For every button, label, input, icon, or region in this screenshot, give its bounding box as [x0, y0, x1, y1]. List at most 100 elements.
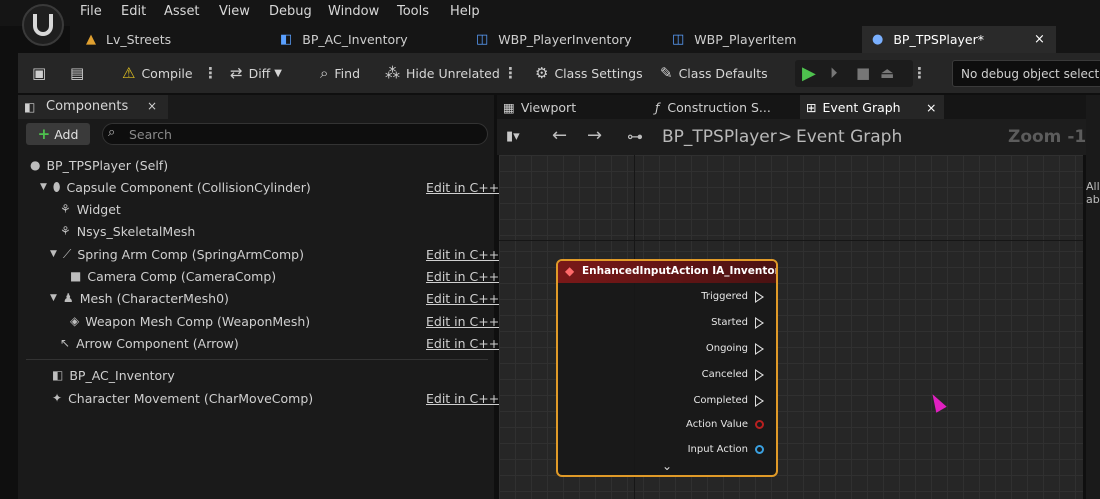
find-button[interactable]: ⌕ Find: [320, 53, 360, 93]
pin-label: Started: [711, 317, 748, 328]
tree-item-arrow[interactable]: ↖ Arrow Component (Arrow): [60, 332, 239, 354]
tab-label: BP_TPSPlayer*: [893, 32, 984, 47]
edit-in-cpp-link[interactable]: Edit in C++: [426, 310, 499, 332]
tree-item-capsule[interactable]: ▼ ⬮ Capsule Component (CollisionCylinder…: [40, 176, 311, 198]
exec-pin-icon[interactable]: [755, 317, 764, 329]
grid-axis-line: [499, 240, 1083, 241]
tree-item-skeletal-mesh[interactable]: ⚘ Nsys_SkeletalMesh: [60, 220, 195, 242]
edit-in-cpp-link[interactable]: Edit in C++: [426, 387, 499, 409]
menu-debug[interactable]: Debug: [269, 4, 312, 19]
details-panel-edge: [1086, 95, 1100, 499]
expand-arrow-icon[interactable]: ▼: [50, 249, 57, 259]
edit-in-cpp-link[interactable]: Edit in C++: [426, 265, 499, 287]
viewport-icon: ▦: [503, 99, 515, 115]
value-pin-icon[interactable]: [755, 420, 764, 429]
edit-in-cpp-link[interactable]: Edit in C++: [426, 176, 499, 198]
exec-pin-icon[interactable]: [755, 343, 764, 355]
expand-arrow-icon[interactable]: ▼: [50, 293, 57, 303]
tree-item-character-movement[interactable]: ✦ Character Movement (CharMoveComp): [52, 387, 313, 409]
tab-label: WBP_PlayerInventory: [498, 32, 632, 47]
back-arrow-icon[interactable]: ←: [552, 125, 567, 146]
exec-pin-icon[interactable]: [755, 369, 764, 381]
chevron-down-icon: ▼: [274, 67, 282, 79]
function-icon: ƒ: [655, 99, 660, 115]
widget-blueprint-icon: ◫: [672, 32, 685, 47]
close-icon[interactable]: ×: [926, 100, 936, 115]
edit-in-cpp-link[interactable]: Edit in C++: [426, 243, 499, 265]
gear-icon: ⚙: [535, 64, 549, 82]
menu-file[interactable]: File: [80, 4, 102, 19]
add-component-button[interactable]: + Add: [26, 123, 90, 145]
forward-arrow-icon[interactable]: →: [587, 125, 602, 146]
menu-edit[interactable]: Edit: [121, 4, 146, 19]
unreal-logo-icon[interactable]: [22, 4, 64, 46]
diff-icon: ⇄: [230, 64, 243, 82]
tab-lv-streets[interactable]: ▲ Lv_Streets: [86, 26, 266, 53]
tree-item-mesh[interactable]: ▼ ♟ Mesh (CharacterMesh0): [50, 287, 229, 309]
object-pin-icon[interactable]: [755, 445, 764, 454]
class-settings-button[interactable]: ⚙ Class Settings: [535, 53, 643, 93]
tab-event-graph[interactable]: ⊞ Event Graph ×: [800, 95, 944, 119]
expand-chevron-icon[interactable]: ⌄: [662, 459, 672, 473]
class-defaults-button[interactable]: ✎ Class Defaults: [660, 53, 768, 93]
breadcrumb-separator: >: [778, 127, 793, 147]
enhanced-input-action-node[interactable]: ◆ EnhancedInputAction IA_Inventory Trigg…: [556, 259, 778, 477]
search-input[interactable]: Search: [102, 123, 488, 145]
bookmark-icon[interactable]: ▮▾: [506, 129, 520, 144]
tree-item-spring-arm[interactable]: ▼ ⟋ Spring Arm Comp (SpringArmComp): [50, 243, 304, 265]
close-icon[interactable]: ×: [1034, 32, 1045, 47]
browse-button[interactable]: ▤: [70, 53, 90, 93]
edit-in-cpp-link[interactable]: Edit in C++: [426, 332, 499, 354]
menu-help[interactable]: Help: [450, 4, 480, 19]
compile-options-icon[interactable]: ⋮: [203, 53, 218, 93]
tab-wbp-playerinventory[interactable]: ◫ WBP_PlayerInventory: [476, 26, 656, 53]
close-icon[interactable]: ×: [147, 99, 157, 113]
exec-pin-icon[interactable]: [755, 395, 764, 407]
tree-item-label: Weapon Mesh Comp (WeaponMesh): [85, 313, 311, 329]
graph-hierarchy-icon: ⊶: [627, 127, 643, 146]
stop-icon[interactable]: ■: [856, 53, 870, 93]
tree-item-weapon-mesh[interactable]: ◈ Weapon Mesh Comp (WeaponMesh): [70, 310, 310, 332]
tab-construction-script[interactable]: ƒ Construction S...: [655, 95, 795, 119]
breadcrumb-root[interactable]: BP_TPSPlayer: [662, 127, 777, 147]
menu-asset[interactable]: Asset: [164, 4, 200, 19]
debug-object-select[interactable]: No debug object selected: [952, 60, 1100, 87]
details-text-line: All: [1086, 180, 1100, 193]
compile-button[interactable]: ⚠ Compile: [122, 53, 193, 93]
edit-in-cpp-link[interactable]: Edit in C++: [426, 287, 499, 309]
tab-viewport[interactable]: ▦ Viewport: [503, 95, 643, 119]
zoom-level: Zoom -1: [1008, 127, 1087, 147]
diff-button[interactable]: ⇄ Diff ▼: [230, 53, 282, 93]
diff-label: Diff: [248, 65, 271, 81]
tree-item-label: Arrow Component (Arrow): [76, 335, 239, 351]
menu-tools[interactable]: Tools: [397, 4, 429, 19]
tab-bp-tpsplayer[interactable]: ● BP_TPSPlayer* ×: [862, 26, 1056, 53]
play-options-icon[interactable]: ⋮: [912, 53, 927, 93]
exec-pin-icon[interactable]: [755, 291, 764, 303]
play-icon[interactable]: ▶: [802, 53, 816, 93]
tab-bp-ac-inventory[interactable]: ◧ BP_AC_Inventory: [280, 26, 460, 53]
save-button[interactable]: ▣: [32, 53, 52, 93]
step-icon[interactable]: ⏵: [830, 53, 838, 93]
tree-item-label: Mesh (CharacterMesh0): [79, 290, 229, 306]
class-defaults-icon: ✎: [660, 64, 673, 82]
breadcrumb-leaf[interactable]: Event Graph: [796, 127, 902, 147]
tree-item-bp-ac-inventory[interactable]: ◧ BP_AC_Inventory: [52, 364, 175, 386]
menu-view[interactable]: View: [219, 4, 250, 19]
tree-item-label: Character Movement (CharMoveComp): [68, 390, 314, 406]
hide-unrelated-button[interactable]: ⁂ Hide Unrelated: [385, 53, 500, 93]
save-icon: ▣: [32, 64, 47, 82]
components-title: Components: [46, 99, 129, 114]
tree-item-widget[interactable]: ⚘ Widget: [60, 198, 121, 220]
tab-label: Construction S...: [667, 99, 771, 115]
event-diamond-icon: ◆: [565, 264, 575, 278]
expand-arrow-icon[interactable]: ▼: [40, 182, 47, 192]
eject-icon[interactable]: ⏏: [880, 53, 894, 93]
tree-item-self[interactable]: ● BP_TPSPlayer (Self): [30, 154, 168, 176]
tab-wbp-playeritem[interactable]: ◫ WBP_PlayerItem: [672, 26, 852, 53]
menu-window[interactable]: Window: [328, 4, 379, 19]
compile-warning-icon: ⚠: [122, 64, 136, 82]
event-graph-icon: ⊞: [806, 99, 817, 115]
tree-item-camera[interactable]: ■ Camera Comp (CameraComp): [70, 265, 276, 287]
hide-options-icon[interactable]: ⋮: [503, 53, 518, 93]
